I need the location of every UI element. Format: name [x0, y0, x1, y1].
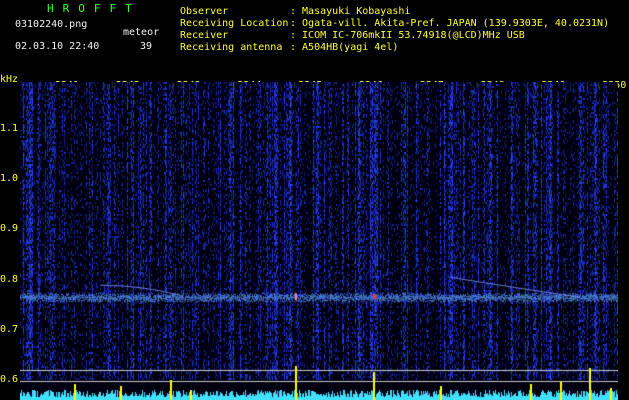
y-axis-unit: kHz	[0, 74, 19, 85]
spectrogram	[20, 82, 618, 400]
info-label-receiver: Receiver	[180, 30, 229, 41]
info-value-antenna: : A504HB(yagi 4el)	[290, 42, 399, 53]
file-name: 03102240.png	[15, 19, 88, 30]
y-tick-label: 1.0	[0, 173, 19, 185]
detector-label: meteor	[123, 27, 160, 38]
info-value-location: : Ogata-vill. Akita-Pref. JAPAN (139.930…	[290, 18, 610, 29]
info-value-observer: : Masayuki Kobayashi	[290, 6, 411, 17]
y-tick-label: 0.9	[0, 223, 19, 235]
info-label-observer: Observer	[180, 6, 229, 17]
info-label-antenna: Receiving antenna	[180, 42, 283, 53]
program-title: HROFFT	[47, 2, 141, 15]
y-tick-label: 0.6	[0, 374, 19, 385]
meteor-count: 39	[140, 41, 153, 52]
y-tick-label: 0.8	[0, 273, 19, 285]
info-label-location: Receiving Location	[180, 18, 289, 29]
timestamp: 02.03.10 22:40	[15, 41, 100, 52]
info-value-receiver: : ICOM IC-706mkII 53.74918(@LCD)MHz USB	[290, 30, 525, 41]
y-tick-label: 0.7	[0, 323, 19, 335]
y-tick-label: 1.1	[0, 123, 19, 134]
